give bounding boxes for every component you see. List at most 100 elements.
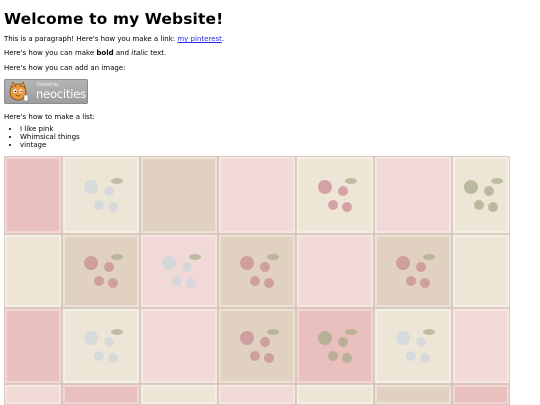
quilt-flower <box>264 353 274 363</box>
quilt-flower <box>396 331 410 345</box>
quilt-patch <box>4 383 63 405</box>
quilt-flower <box>318 180 332 194</box>
quilt-flower <box>104 186 114 196</box>
quilt-patch <box>61 383 141 405</box>
formatting-text-end: text. <box>147 49 167 57</box>
quilt-patch <box>217 383 297 405</box>
paragraph-list: Here's how to make a list: <box>4 113 95 121</box>
quilt-graphic <box>4 156 510 405</box>
quilt-flower <box>260 262 270 272</box>
quilt-flower <box>338 186 348 196</box>
quilt-patch <box>295 156 375 235</box>
quilt-patch <box>451 307 510 385</box>
quilt-leaf <box>423 254 435 260</box>
quilt-patch <box>61 307 141 385</box>
quilt-patch <box>4 233 63 309</box>
quilt-flower <box>240 331 254 345</box>
quilt-flower <box>342 353 352 363</box>
quilt-flower <box>94 200 104 210</box>
quilt-flower <box>406 276 416 286</box>
quilt-patch <box>139 233 219 309</box>
quilt-flower <box>406 351 416 361</box>
quilt-leaf <box>111 178 123 184</box>
italic-text: italic <box>131 49 148 57</box>
paragraph-formatting: Here's how you can make bold and italic … <box>4 49 166 58</box>
bold-text: bold <box>96 49 114 57</box>
quilt-patch <box>139 307 219 385</box>
list-item: vintage <box>20 141 80 149</box>
quilt-flower <box>416 337 426 347</box>
quilt-flower <box>162 256 176 270</box>
quilt-flower <box>420 278 430 288</box>
quilt-patch <box>295 233 375 309</box>
quilt-patch <box>451 156 510 235</box>
patchwork-quilt-image <box>4 156 510 405</box>
quilt-flower <box>186 278 196 288</box>
page-content: Welcome to my Website! This is a paragra… <box>4 0 540 149</box>
quilt-flower <box>328 200 338 210</box>
quilt-patch <box>4 156 63 235</box>
quilt-leaf <box>267 329 279 335</box>
quilt-patch <box>217 307 297 385</box>
quilt-patch <box>139 156 219 235</box>
quilt-flower <box>250 276 260 286</box>
quilt-patch <box>4 307 63 385</box>
quilt-flower <box>342 202 352 212</box>
quilt-patch <box>61 156 141 235</box>
quilt-patch <box>373 156 453 235</box>
quilt-flower <box>488 202 498 212</box>
quilt-flower <box>260 337 270 347</box>
quilt-leaf <box>189 254 201 260</box>
quilt-patch <box>451 383 510 405</box>
paragraph-link-end: . <box>221 35 225 43</box>
quilt-flower <box>416 262 426 272</box>
quilt-flower <box>104 262 114 272</box>
quilt-flower <box>182 262 192 272</box>
quilt-patch <box>139 383 219 405</box>
quilt-leaf <box>111 329 123 335</box>
list-item: I like pink <box>20 125 80 133</box>
quilt-leaf <box>423 329 435 335</box>
quilt-flower <box>108 278 118 288</box>
quilt-patch <box>217 233 297 309</box>
quilt-flower <box>484 186 494 196</box>
quilt-flower <box>94 351 104 361</box>
quilt-patch <box>373 383 453 405</box>
quilt-flower <box>240 256 254 270</box>
neocities-badge[interactable]: hosted by neocities <box>4 79 88 104</box>
quilt-flower <box>108 202 118 212</box>
quilt-patch <box>295 307 375 385</box>
quilt-patch <box>451 233 510 309</box>
quilt-patch <box>61 233 141 309</box>
paragraph-link-text: This is a paragraph! Here's how you make… <box>4 35 178 43</box>
paragraph-link: This is a paragraph! Here's how you make… <box>4 35 224 44</box>
page-title: Welcome to my Website! <box>4 10 224 28</box>
quilt-flower <box>84 180 98 194</box>
quilt-flower <box>474 200 484 210</box>
quilt-flower <box>108 353 118 363</box>
quilt-flower <box>84 331 98 345</box>
quilt-leaf <box>345 178 357 184</box>
quilt-flower <box>318 331 332 345</box>
badge-brand-text: neocities <box>36 87 86 101</box>
quilt-flower <box>338 337 348 347</box>
quilt-flower <box>172 276 182 286</box>
quilt-patch <box>295 383 375 405</box>
formatting-text-start: Here's how you can make <box>4 49 97 57</box>
quilt-leaf <box>345 329 357 335</box>
quilt-patch <box>217 156 297 235</box>
quilt-flower <box>104 337 114 347</box>
quilt-flower <box>94 276 104 286</box>
quilt-flower <box>84 256 98 270</box>
quilt-leaf <box>267 254 279 260</box>
quilt-flower <box>250 351 260 361</box>
paragraph-image: Here's how you can add an image: <box>4 64 126 72</box>
list-item: Whimsical things <box>20 133 80 141</box>
quilt-flower <box>264 278 274 288</box>
quilt-flower <box>464 180 478 194</box>
quilt-leaf <box>111 254 123 260</box>
quilt-flower <box>328 351 338 361</box>
pinterest-link[interactable]: my pinterest <box>177 35 222 43</box>
quilt-flower <box>396 256 410 270</box>
quilt-flower <box>420 353 430 363</box>
